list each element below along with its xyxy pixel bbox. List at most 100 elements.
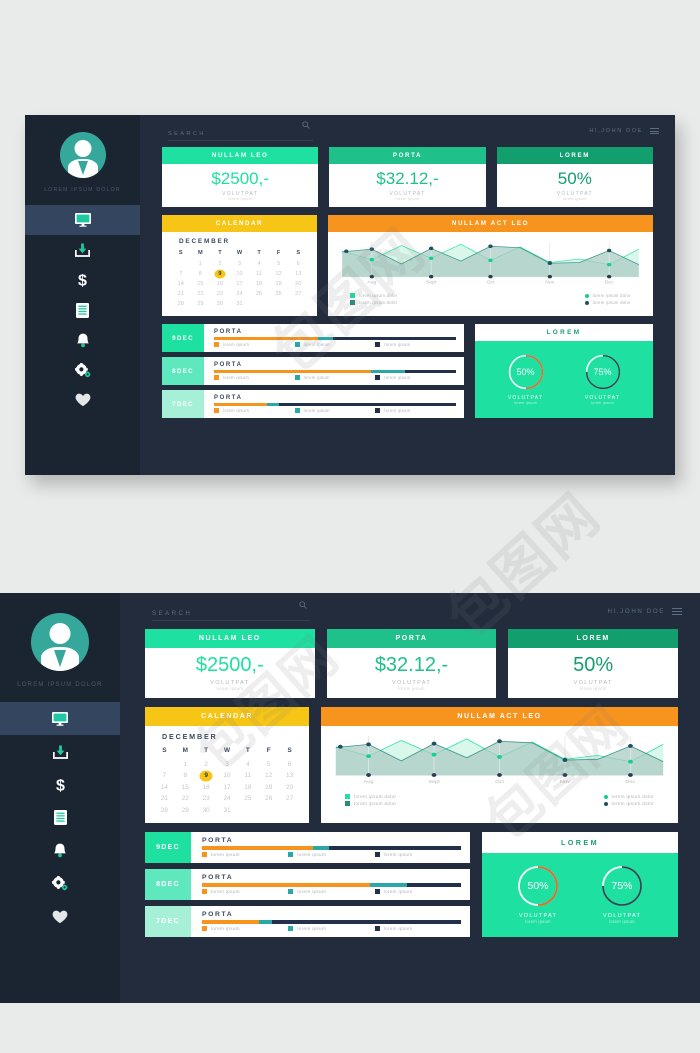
calendar-day[interactable]: 4 <box>237 760 258 769</box>
search-box[interactable] <box>152 600 310 621</box>
calendar-grid[interactable]: S M T W T F S 1 2 3 4 5 6 7 8 9 10 11 12 13 14 15 16 17 18 19 20 21… <box>154 747 300 815</box>
donut-chart[interactable]: 75% <box>600 864 644 908</box>
progress-bar[interactable] <box>202 846 461 850</box>
area-chart[interactable]: Aug Sept Oct Nov Dec <box>329 732 670 790</box>
sidebar-item-monitor[interactable] <box>0 702 120 735</box>
progress-row[interactable]: 9DEC PORTA lorem ipsum lorem ipsum lorem… <box>162 324 464 352</box>
sidebar-item-bell[interactable] <box>0 834 120 867</box>
calendar-day[interactable]: 5 <box>269 260 289 268</box>
progress-row[interactable]: 7DEC PORTA lorem ipsum lorem ipsum lorem… <box>145 905 470 937</box>
search-input[interactable] <box>152 609 310 621</box>
calendar-day[interactable]: 1 <box>175 760 196 769</box>
search-input[interactable] <box>168 130 313 141</box>
stat-card[interactable]: NULLAM LEO $2500,- VOLUTPAT lorem ipsum <box>162 147 319 207</box>
calendar-day[interactable]: 18 <box>249 280 269 288</box>
sidebar-item-document[interactable] <box>0 801 120 834</box>
search-icon[interactable] <box>302 120 310 129</box>
sidebar-item-dollar[interactable]: $ <box>25 265 140 295</box>
calendar-day[interactable]: 6 <box>279 760 300 769</box>
calendar-day[interactable]: 7 <box>154 771 175 780</box>
calendar-day[interactable]: 2 <box>196 760 217 769</box>
progress-bar[interactable] <box>214 402 456 407</box>
calendar-day[interactable]: 19 <box>258 783 279 792</box>
calendar-day[interactable]: 31 <box>230 300 250 308</box>
calendar-day[interactable]: 28 <box>171 300 191 308</box>
progress-bar[interactable] <box>202 883 461 887</box>
sidebar-item-dollar[interactable]: $ <box>0 768 120 801</box>
calendar-day[interactable]: 11 <box>249 270 269 278</box>
calendar-day[interactable]: 17 <box>230 280 250 288</box>
sidebar-item-download[interactable] <box>0 735 120 768</box>
calendar-day[interactable]: 8 <box>191 270 211 278</box>
donut-chart[interactable]: 75% <box>584 353 622 391</box>
calendar-day[interactable]: 8 <box>175 771 196 780</box>
calendar-day[interactable]: 20 <box>279 783 300 792</box>
donut-chart[interactable]: 50% <box>507 353 545 391</box>
calendar-day[interactable]: 10 <box>217 771 238 780</box>
progress-bar[interactable] <box>202 920 461 924</box>
sidebar-item-download[interactable] <box>25 235 140 265</box>
donut-chart[interactable]: 50% <box>516 864 560 908</box>
calendar-day[interactable]: 17 <box>217 783 238 792</box>
calendar-day-today[interactable]: 9 <box>196 771 217 780</box>
calendar-day[interactable]: 27 <box>279 794 300 803</box>
stat-card[interactable]: PORTA $32.12,- VOLUTPAT lorem ipsum <box>329 147 486 207</box>
calendar-day[interactable]: 3 <box>230 260 250 268</box>
progress-row[interactable]: 9DEC PORTA lorem ipsum lorem ipsum lorem… <box>145 831 470 863</box>
calendar-day[interactable]: 24 <box>230 290 250 298</box>
stat-card[interactable]: LOREM 50% VOLUTPAT lorem ipsum <box>496 147 653 207</box>
calendar-day[interactable]: 22 <box>175 794 196 803</box>
sidebar-item-document[interactable] <box>25 295 140 325</box>
calendar-day[interactable]: 30 <box>196 806 217 815</box>
calendar-day[interactable]: 25 <box>249 290 269 298</box>
calendar-day[interactable]: 26 <box>269 290 289 298</box>
calendar-day[interactable]: 13 <box>288 270 308 278</box>
sidebar-item-settings[interactable] <box>0 867 120 900</box>
calendar-day[interactable]: 16 <box>210 280 230 288</box>
calendar-day[interactable]: 20 <box>288 280 308 288</box>
calendar-day[interactable]: 24 <box>217 794 238 803</box>
calendar-day[interactable]: 29 <box>175 806 196 815</box>
progress-row[interactable]: 8DEC PORTA lorem ipsum lorem ipsum lorem… <box>145 868 470 900</box>
calendar-day[interactable]: 12 <box>269 270 289 278</box>
search-icon[interactable] <box>299 600 307 609</box>
calendar-day[interactable]: 13 <box>279 771 300 780</box>
calendar-day[interactable]: 25 <box>237 794 258 803</box>
calendar-day[interactable]: 26 <box>258 794 279 803</box>
calendar-day[interactable]: 10 <box>230 270 250 278</box>
avatar[interactable] <box>59 132 106 178</box>
hamburger-icon[interactable] <box>672 607 682 615</box>
progress-bar[interactable] <box>214 336 456 341</box>
stat-card[interactable]: LOREM 50% VOLUTPAT lorem ipsum <box>508 629 679 698</box>
search-box[interactable] <box>168 120 313 141</box>
calendar-day[interactable]: 21 <box>171 290 191 298</box>
calendar-day[interactable]: 14 <box>154 783 175 792</box>
stat-card[interactable]: NULLAM LEO $2500,- VOLUTPAT lorem ipsum <box>145 629 315 698</box>
calendar-day[interactable]: 5 <box>258 760 279 769</box>
calendar-day[interactable]: 11 <box>237 771 258 780</box>
calendar-day[interactable]: 30 <box>210 300 230 308</box>
calendar-grid[interactable]: S M T W T F S 1 2 3 4 5 6 7 8 9 10 11 12 13 14 15 16 17 18 19 20 21… <box>171 250 308 308</box>
calendar-day[interactable]: 6 <box>288 260 308 268</box>
calendar-day-today[interactable]: 9 <box>210 270 230 278</box>
stat-card[interactable]: PORTA $32.12,- VOLUTPAT lorem ipsum <box>326 629 497 698</box>
sidebar-item-favorites[interactable] <box>25 385 140 415</box>
calendar-day[interactable]: 2 <box>210 260 230 268</box>
calendar-day[interactable]: 23 <box>210 290 230 298</box>
calendar-day[interactable]: 23 <box>196 794 217 803</box>
calendar-day[interactable]: 27 <box>288 290 308 298</box>
calendar-day[interactable]: 14 <box>171 280 191 288</box>
calendar-day[interactable]: 18 <box>237 783 258 792</box>
calendar-day[interactable]: 15 <box>175 783 196 792</box>
calendar-day[interactable]: 15 <box>191 280 211 288</box>
calendar-day[interactable]: 22 <box>191 290 211 298</box>
calendar-day[interactable]: 1 <box>191 260 211 268</box>
sidebar-item-monitor[interactable] <box>25 205 140 235</box>
progress-row[interactable]: 8DEC PORTA lorem ipsum lorem ipsum lorem… <box>162 357 464 385</box>
calendar-day[interactable]: 29 <box>191 300 211 308</box>
avatar[interactable] <box>31 613 89 671</box>
progress-row[interactable]: 7DEC PORTA lorem ipsum lorem ipsum lorem… <box>162 390 464 418</box>
calendar-day[interactable]: 16 <box>196 783 217 792</box>
calendar-day[interactable]: 7 <box>171 270 191 278</box>
calendar-day[interactable]: 12 <box>258 771 279 780</box>
